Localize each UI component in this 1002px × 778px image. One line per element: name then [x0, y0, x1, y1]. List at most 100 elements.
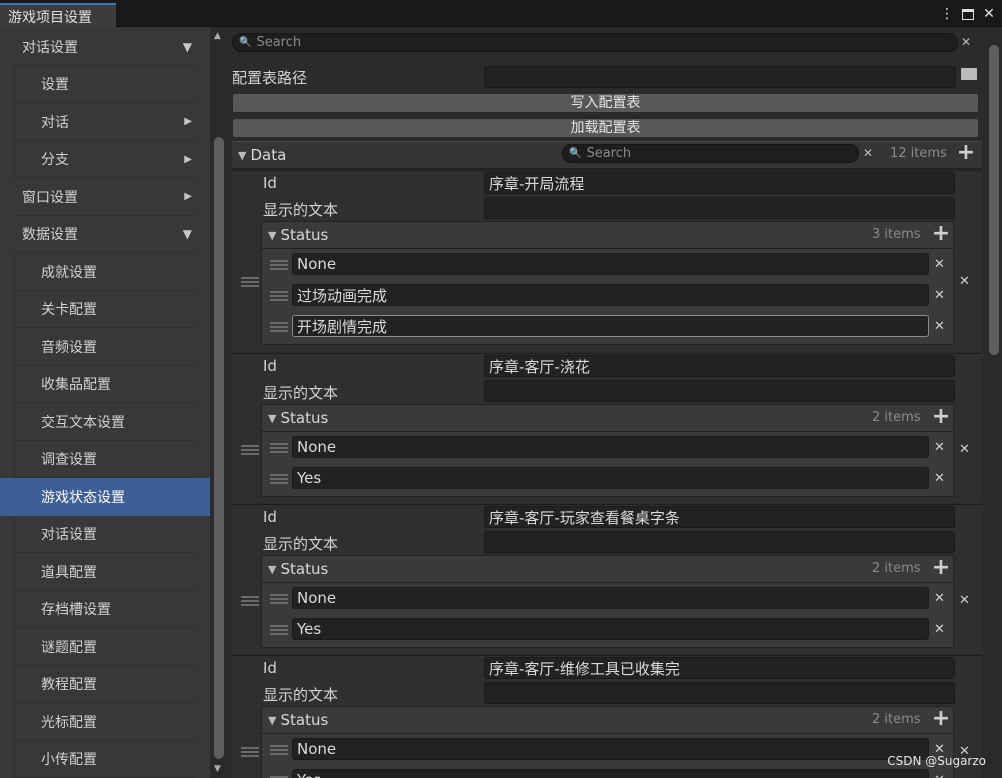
- sidebar-item[interactable]: 对话设置 ▼: [0, 28, 210, 66]
- drag-handle-icon[interactable]: [270, 260, 288, 270]
- sidebar-item[interactable]: 存档槽设置: [0, 590, 210, 628]
- sidebar-scrollbar[interactable]: ▲ ▼: [210, 27, 228, 778]
- sidebar-item[interactable]: 调查设置: [0, 440, 210, 478]
- drag-handle-icon[interactable]: [270, 594, 288, 604]
- collapse-triangle-icon[interactable]: ▼: [238, 149, 246, 162]
- status-field[interactable]: Yes: [292, 769, 929, 778]
- sidebar-item[interactable]: 分支 ▶: [0, 140, 210, 178]
- window-tab[interactable]: 游戏项目设置: [0, 3, 116, 27]
- sidebar-item[interactable]: 成就设置: [0, 253, 210, 291]
- remove-status-icon[interactable]: ✕: [934, 319, 945, 334]
- status-field[interactable]: None: [292, 738, 929, 760]
- add-status-icon[interactable]: +: [929, 406, 953, 430]
- remove-status-icon[interactable]: ✕: [934, 773, 945, 778]
- display-text-field[interactable]: [484, 531, 955, 553]
- chevron-right-icon[interactable]: ▶: [184, 191, 192, 202]
- status-header[interactable]: ▼ Status: [262, 707, 953, 734]
- remove-status-icon[interactable]: ✕: [934, 257, 945, 272]
- remove-entry-icon[interactable]: ✕: [959, 274, 970, 289]
- display-text-field[interactable]: [484, 682, 955, 704]
- drag-handle-icon[interactable]: [270, 291, 288, 301]
- sidebar-item[interactable]: 小传配置: [0, 740, 210, 778]
- close-icon[interactable]: ✕: [982, 5, 996, 23]
- sidebar-item[interactable]: 谜题配置: [0, 628, 210, 666]
- remove-entry-icon[interactable]: ✕: [959, 442, 970, 457]
- chevron-down-icon[interactable]: ▼: [183, 227, 192, 241]
- scroll-up-icon[interactable]: ▲: [214, 31, 221, 41]
- status-header[interactable]: ▼ Status: [262, 222, 953, 249]
- sidebar-item[interactable]: 对话设置: [0, 515, 210, 553]
- sidebar-item[interactable]: 收集品配置: [0, 365, 210, 403]
- status-field[interactable]: 过场动画完成: [292, 284, 929, 306]
- collapse-triangle-icon[interactable]: ▼: [268, 563, 276, 576]
- kebab-menu-icon[interactable]: ⋮: [940, 5, 954, 23]
- drag-handle-icon[interactable]: [241, 444, 259, 455]
- remove-status-icon[interactable]: ✕: [934, 471, 945, 486]
- sidebar-item[interactable]: 教程配置: [0, 665, 210, 703]
- sidebar-scroll-thumb[interactable]: [214, 137, 224, 759]
- sidebar-item[interactable]: 道具配置: [0, 553, 210, 591]
- status-header[interactable]: ▼ Status: [262, 405, 953, 432]
- collapse-triangle-icon[interactable]: ▼: [268, 412, 276, 425]
- main-scroll-thumb[interactable]: [989, 45, 999, 355]
- folder-icon[interactable]: [961, 68, 977, 80]
- sidebar-item[interactable]: 数据设置 ▼: [0, 216, 210, 253]
- remove-status-icon[interactable]: ✕: [934, 591, 945, 606]
- display-text-label: 显示的文本: [263, 201, 339, 219]
- sidebar-item[interactable]: 光标配置: [0, 703, 210, 741]
- maximize-icon[interactable]: [962, 8, 974, 20]
- remove-entry-icon[interactable]: ✕: [959, 593, 970, 608]
- status-header[interactable]: ▼ Status: [262, 556, 953, 583]
- sidebar-item[interactable]: 音频设置: [0, 328, 210, 366]
- id-field[interactable]: 序章-开局流程: [484, 172, 955, 194]
- sidebar-item[interactable]: 对话 ▶: [0, 103, 210, 141]
- remove-status-icon[interactable]: ✕: [934, 622, 945, 637]
- drag-handle-icon[interactable]: [270, 745, 288, 755]
- sidebar-item[interactable]: 关卡配置: [0, 290, 210, 328]
- drag-handle-icon[interactable]: [241, 746, 259, 757]
- status-field[interactable]: Yes: [292, 618, 929, 640]
- drag-handle-icon[interactable]: [270, 322, 288, 332]
- scroll-down-icon[interactable]: ▼: [214, 764, 221, 774]
- add-status-icon[interactable]: +: [929, 708, 953, 732]
- data-search-input[interactable]: 🔍 Search: [562, 144, 859, 163]
- sidebar-item-label: 交互文本设置: [41, 414, 125, 431]
- add-status-icon[interactable]: +: [929, 223, 953, 247]
- sidebar-item[interactable]: 交互文本设置: [0, 403, 210, 441]
- sidebar-item[interactable]: 设置: [0, 65, 210, 103]
- config-path-field[interactable]: [484, 66, 956, 88]
- add-data-icon[interactable]: +: [954, 142, 978, 166]
- search-clear-icon[interactable]: ✕: [961, 35, 971, 49]
- id-field[interactable]: 序章-客厅-维修工具已收集完: [484, 657, 955, 679]
- add-status-icon[interactable]: +: [929, 557, 953, 581]
- remove-status-icon[interactable]: ✕: [934, 440, 945, 455]
- main-scrollbar[interactable]: [986, 27, 1002, 778]
- display-text-field[interactable]: [484, 197, 955, 219]
- status-field[interactable]: 开场剧情完成: [292, 315, 929, 337]
- sidebar-item[interactable]: 窗口设置 ▶: [0, 178, 210, 216]
- chevron-right-icon[interactable]: ▶: [184, 116, 192, 127]
- chevron-right-icon[interactable]: ▶: [184, 154, 192, 165]
- chevron-down-icon[interactable]: ▼: [183, 40, 192, 54]
- load-config-button[interactable]: 加载配置表: [232, 118, 979, 138]
- drag-handle-icon[interactable]: [270, 625, 288, 635]
- display-text-field[interactable]: [484, 380, 955, 402]
- drag-handle-icon[interactable]: [270, 443, 288, 453]
- search-input[interactable]: 🔍 Search: [232, 33, 958, 52]
- id-field[interactable]: 序章-客厅-玩家查看餐桌字条: [484, 506, 955, 528]
- collapse-triangle-icon[interactable]: ▼: [268, 229, 276, 242]
- status-field[interactable]: None: [292, 436, 929, 458]
- status-field[interactable]: Yes: [292, 467, 929, 489]
- collapse-triangle-icon[interactable]: ▼: [268, 714, 276, 727]
- status-field[interactable]: None: [292, 253, 929, 275]
- status-field[interactable]: None: [292, 587, 929, 609]
- sidebar-indent-line: [14, 103, 15, 141]
- data-search-clear-icon[interactable]: ✕: [863, 146, 873, 160]
- remove-status-icon[interactable]: ✕: [934, 288, 945, 303]
- sidebar-item[interactable]: 游戏状态设置: [0, 478, 210, 516]
- write-config-button[interactable]: 写入配置表: [232, 93, 979, 113]
- drag-handle-icon[interactable]: [241, 277, 259, 287]
- drag-handle-icon[interactable]: [270, 474, 288, 484]
- id-field[interactable]: 序章-客厅-浇花: [484, 355, 955, 377]
- drag-handle-icon[interactable]: [241, 595, 259, 606]
